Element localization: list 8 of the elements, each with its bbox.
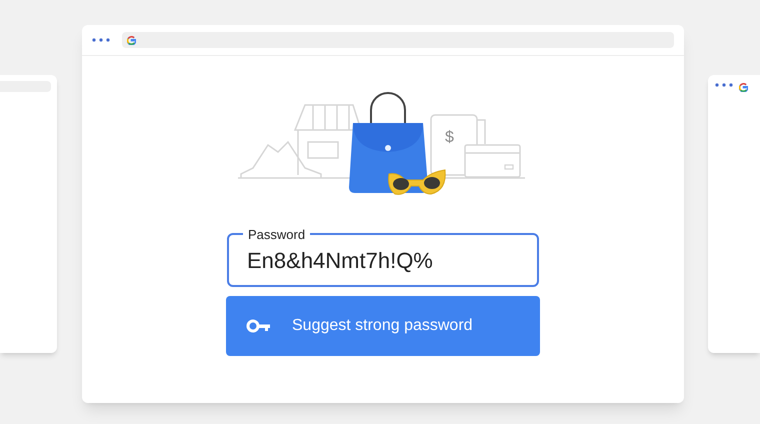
password-value: En8&h4Nmt7h!Q% xyxy=(247,246,433,274)
suggest-password-button[interactable]: Suggest strong password xyxy=(226,296,540,356)
dollar-sign: $ xyxy=(445,129,454,146)
key-icon xyxy=(246,319,272,333)
menu-dots-icon[interactable] xyxy=(92,38,110,42)
menu-dots-icon[interactable] xyxy=(715,83,733,87)
google-icon xyxy=(739,83,748,92)
google-icon xyxy=(127,36,136,44)
